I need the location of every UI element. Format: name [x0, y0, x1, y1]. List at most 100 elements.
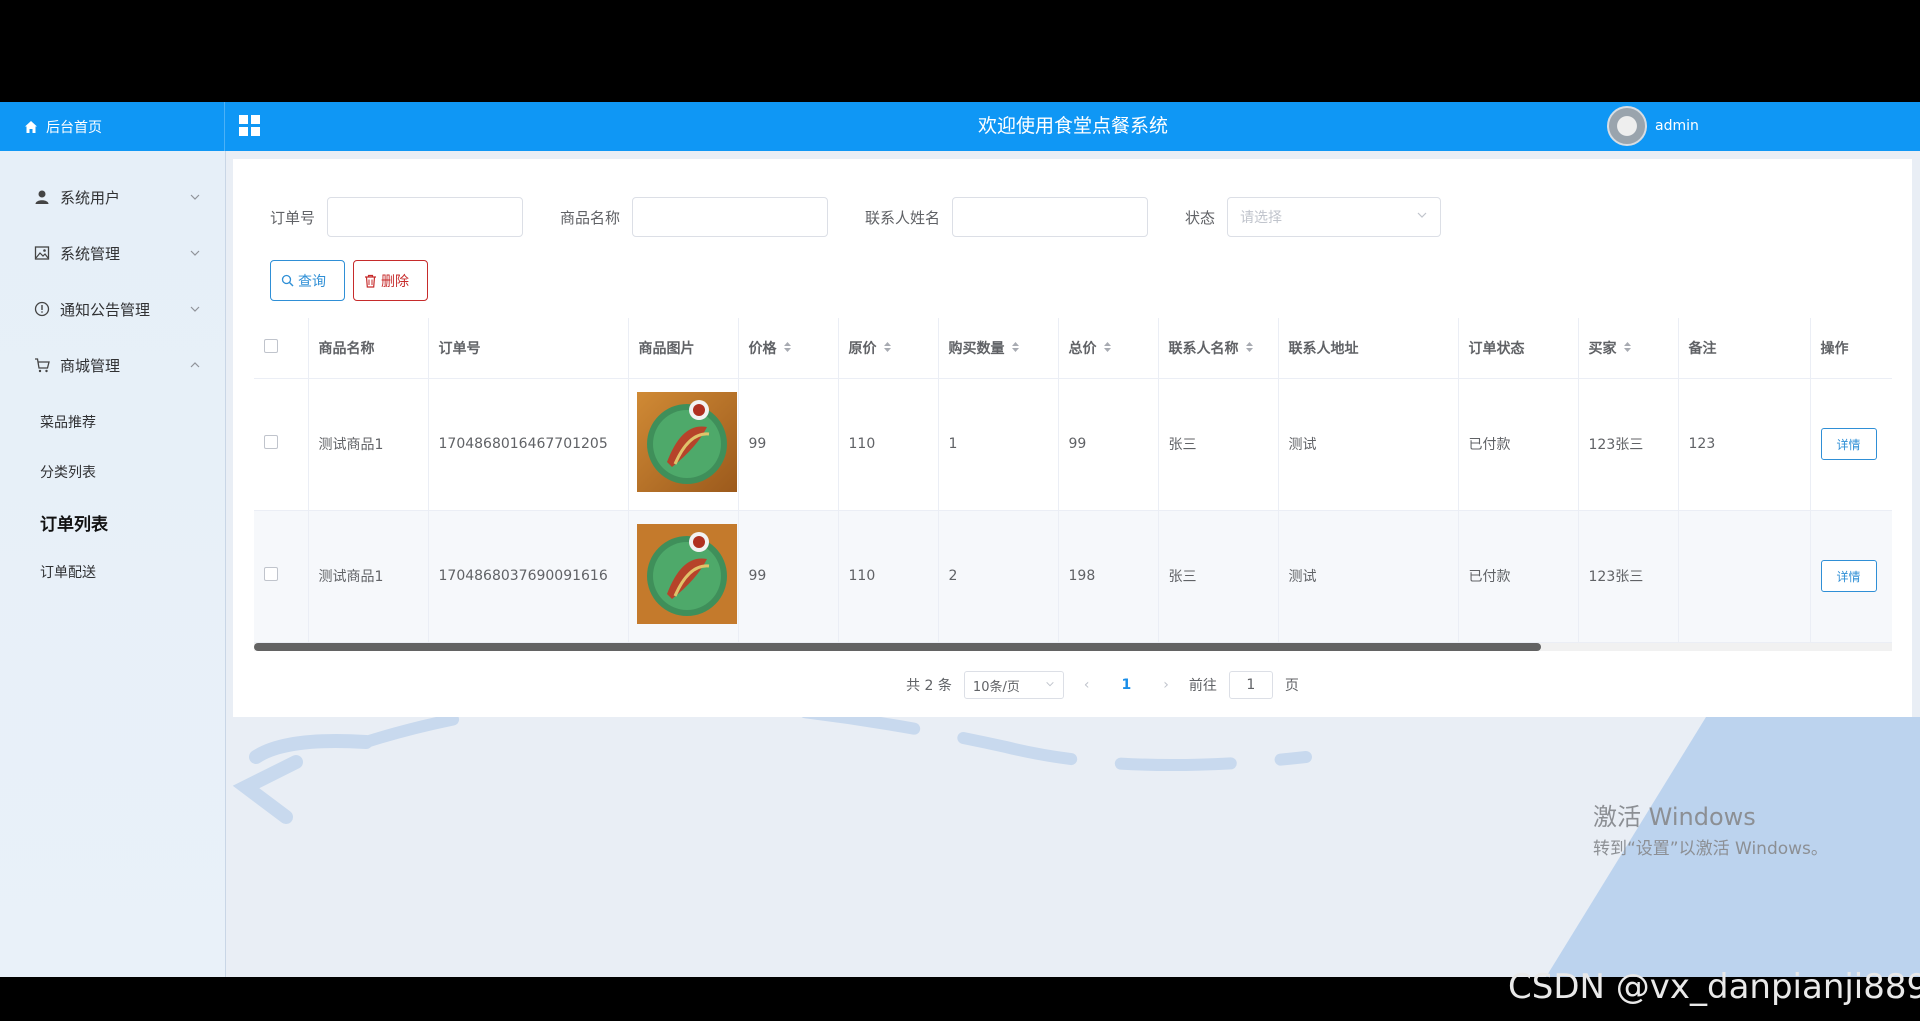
table-scrollbar-thumb[interactable] — [254, 643, 1541, 651]
cell-buyer: 123张三 — [1578, 378, 1679, 511]
chevron-down-icon — [189, 245, 201, 263]
select-all-cell — [254, 318, 309, 379]
contact-name-input[interactable] — [952, 197, 1149, 237]
order-no-input[interactable] — [327, 197, 524, 237]
sidebar-subitem-dish-recommend[interactable]: 菜品推荐 — [0, 397, 225, 447]
status-select[interactable]: 请选择 — [1227, 197, 1442, 237]
sidebar-subitem-category-list[interactable]: 分类列表 — [0, 447, 225, 497]
contact-name-label: 联系人姓名 — [865, 208, 941, 227]
col-header-product-name: 商品名称 — [308, 318, 429, 379]
sort-icon[interactable] — [1245, 341, 1254, 357]
grid-menu-icon[interactable] — [238, 114, 262, 138]
cell-product-image — [628, 378, 739, 511]
cell-product-name: 测试商品1 — [308, 510, 429, 643]
sidebar-item-label: 通知公告管理 — [60, 300, 151, 319]
orders-table: 商品名称 订单号 商品图片 价格 原价 购买数量 总价 联系人名称 联系人地址 … — [254, 318, 1892, 655]
sort-icon[interactable] — [883, 341, 892, 357]
pagination: 共 2 条 10条/页 ‹ 1 › 前往 1 页 — [233, 671, 1912, 699]
info-icon — [34, 301, 52, 317]
col-header-order-status: 订单状态 — [1458, 318, 1579, 379]
chevron-up-icon — [189, 357, 201, 375]
home-label: 后台首页 — [46, 119, 102, 136]
cell-product-name: 测试商品1 — [308, 378, 429, 511]
sidebar-subitem-order-list[interactable]: 订单列表 — [0, 497, 225, 547]
row-select-cell — [254, 510, 309, 643]
goto-page-input[interactable]: 1 — [1228, 671, 1273, 699]
sidebar-item-system-users[interactable]: 系统用户 — [0, 169, 225, 225]
cell-contact-name: 张三 — [1158, 510, 1279, 643]
table-header-row: 商品名称 订单号 商品图片 价格 原价 购买数量 总价 联系人名称 联系人地址 … — [254, 318, 1892, 379]
chevron-down-icon — [1045, 678, 1055, 693]
chevron-down-icon — [189, 189, 201, 207]
cell-order-status: 已付款 — [1458, 510, 1579, 643]
watermark-line1: 激活 Windows — [1593, 803, 1756, 831]
col-header-label: 购买数量 — [948, 340, 1005, 357]
cell-total: 198 — [1058, 510, 1159, 643]
product-name-label: 商品名称 — [560, 208, 621, 227]
sort-icon[interactable] — [1623, 341, 1632, 357]
cell-product-image — [628, 510, 739, 643]
sidebar-subitem-order-delivery[interactable]: 订单配送 — [0, 547, 225, 597]
prev-page-icon[interactable]: ‹ — [1076, 677, 1098, 693]
home-icon — [24, 120, 38, 134]
table-row: 测试商品1 1704868037690091616 99 110 2 198 张… — [254, 510, 1892, 643]
product-name-input[interactable] — [632, 197, 829, 237]
next-page-icon[interactable]: › — [1155, 677, 1177, 693]
top-header: 后台首页 欢迎使用食堂点餐系统 admin — [0, 102, 1920, 151]
order-no-label: 订单号 — [270, 208, 316, 227]
col-header-product-image: 商品图片 — [628, 318, 739, 379]
col-header-quantity[interactable]: 购买数量 — [938, 318, 1059, 379]
product-thumbnail[interactable] — [636, 392, 737, 492]
sidebar-item-mall-management[interactable]: 商城管理 — [0, 337, 225, 393]
col-header-buyer[interactable]: 买家 — [1578, 318, 1679, 379]
col-header-contact-name[interactable]: 联系人名称 — [1158, 318, 1279, 379]
filter-bar: 订单号 商品名称 联系人姓名 状态 请选择 — [233, 197, 1442, 237]
user-name: admin — [1655, 118, 1699, 134]
action-buttons: 查询 删除 — [270, 260, 436, 301]
cell-remark — [1678, 510, 1811, 643]
cell-quantity: 2 — [938, 510, 1059, 643]
sidebar-item-system-management[interactable]: 系统管理 — [0, 225, 225, 281]
col-header-total[interactable]: 总价 — [1058, 318, 1159, 379]
cell-order-no: 1704868037690091616 — [428, 510, 629, 643]
cell-contact-address: 测试 — [1278, 378, 1459, 511]
detail-button[interactable]: 详情 — [1820, 560, 1877, 592]
status-placeholder: 请选择 — [1240, 210, 1283, 226]
cell-action: 详情 — [1810, 510, 1892, 643]
col-header-original-price[interactable]: 原价 — [838, 318, 939, 379]
row-checkbox[interactable] — [264, 435, 278, 449]
sidebar-item-label: 商城管理 — [60, 356, 121, 375]
page-size-select[interactable]: 10条/页 — [963, 671, 1064, 699]
watermark-line2: 转到“设置”以激活 Windows。 — [1593, 839, 1828, 859]
col-header-price[interactable]: 价格 — [738, 318, 839, 379]
home-link[interactable]: 后台首页 — [0, 102, 225, 151]
col-header-label: 联系人名称 — [1168, 340, 1239, 357]
cell-order-status: 已付款 — [1458, 378, 1579, 511]
col-header-order-no: 订单号 — [428, 318, 629, 379]
product-thumbnail[interactable] — [636, 524, 737, 624]
user-menu[interactable]: admin — [1607, 104, 1699, 148]
sort-icon[interactable] — [1011, 341, 1020, 357]
sort-icon[interactable] — [1103, 341, 1112, 357]
trash-icon — [364, 274, 377, 288]
sidebar-item-label: 系统管理 — [60, 244, 121, 263]
detail-button[interactable]: 详情 — [1820, 428, 1877, 460]
image-icon — [34, 245, 52, 261]
current-page[interactable]: 1 — [1110, 677, 1144, 693]
select-all-checkbox[interactable] — [264, 338, 278, 353]
delete-button-label: 删除 — [381, 273, 409, 290]
cell-buyer: 123张三 — [1578, 510, 1679, 643]
search-icon — [281, 274, 294, 287]
chevron-down-icon — [1416, 209, 1428, 225]
sidebar-item-notice-management[interactable]: 通知公告管理 — [0, 281, 225, 337]
sort-icon[interactable] — [783, 341, 792, 357]
row-checkbox[interactable] — [264, 567, 278, 581]
cell-remark: 123 — [1678, 378, 1811, 511]
windows-activation-watermark: 激活 Windows 转到“设置”以激活 Windows。 — [1593, 797, 1828, 859]
col-header-contact-address: 联系人地址 — [1278, 318, 1459, 379]
cell-order-no: 1704868016467701205 — [428, 378, 629, 511]
col-header-label: 买家 — [1588, 340, 1617, 357]
status-label: 状态 — [1185, 208, 1216, 227]
search-button[interactable]: 查询 — [270, 260, 345, 301]
delete-button[interactable]: 删除 — [353, 260, 428, 301]
